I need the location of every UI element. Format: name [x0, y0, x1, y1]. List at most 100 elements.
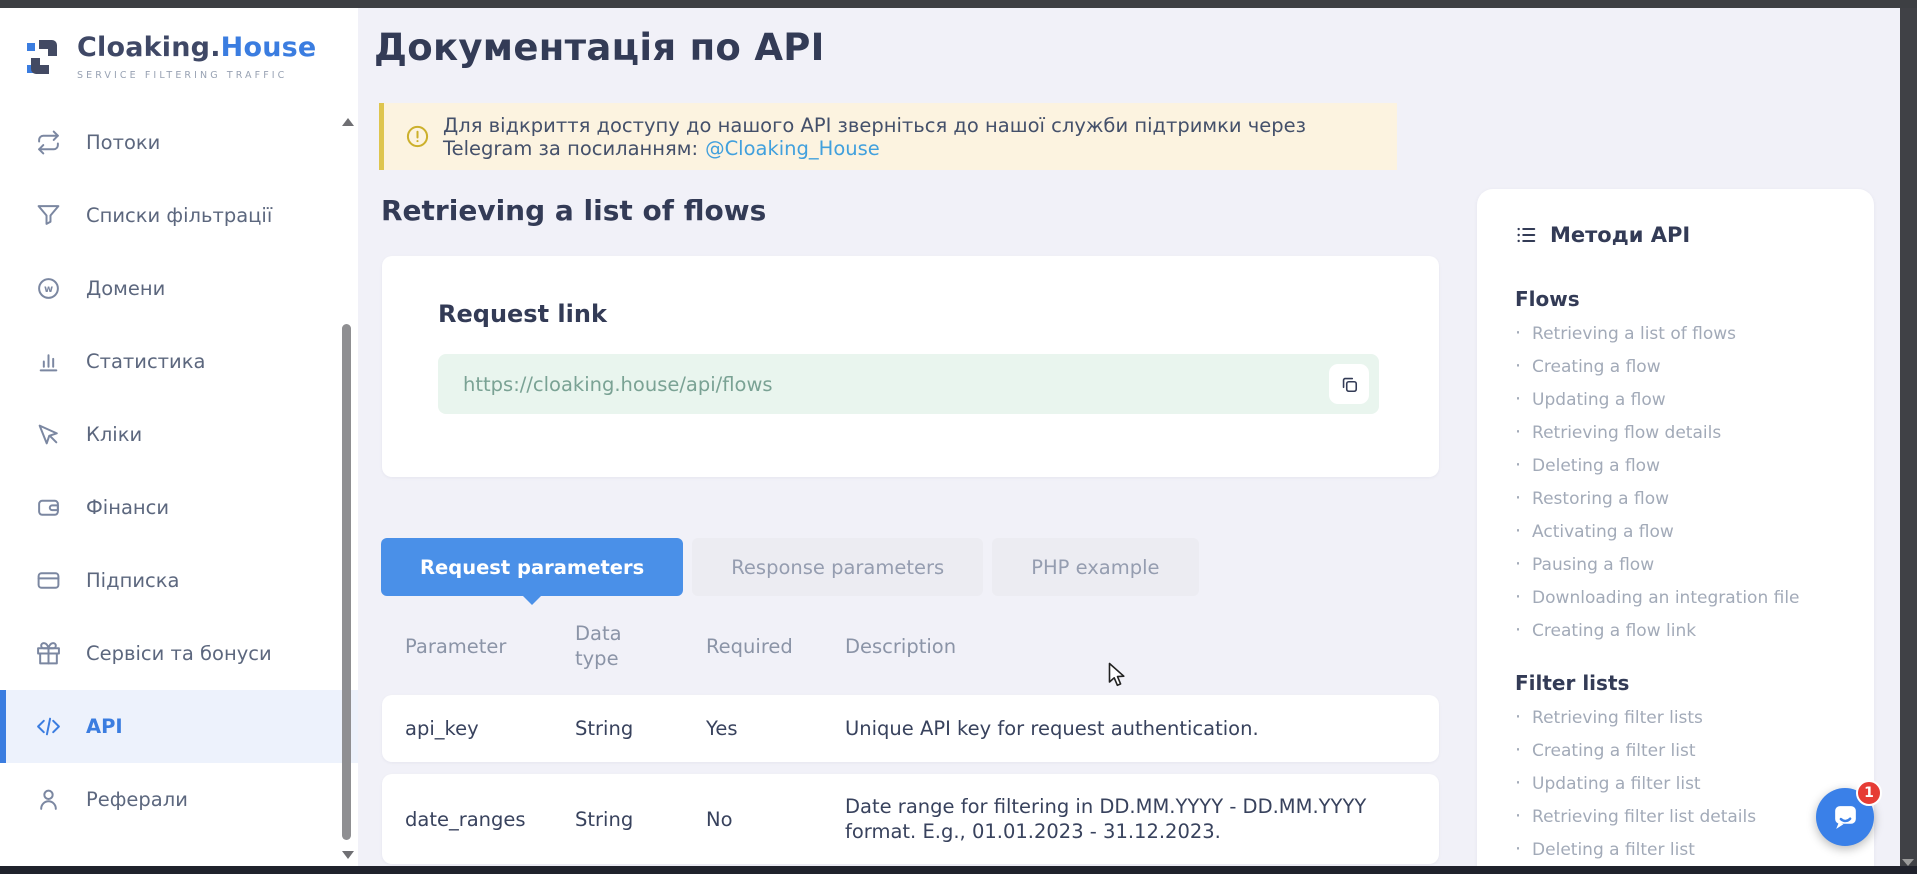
method-link[interactable]: · Retrieving flow details [1515, 416, 1856, 449]
method-link[interactable]: ·Creating a flow [1515, 350, 1856, 383]
method-link-label: Downloading an integration file [1532, 582, 1799, 614]
required-cell: No [706, 808, 845, 831]
method-link-label: Retrieving filter list details [1532, 801, 1756, 833]
bullet: · [1515, 416, 1521, 448]
tab-request-parameters[interactable]: Request parameters [381, 538, 683, 596]
method-link-label: Deleting a flow [1532, 450, 1660, 482]
method-link-label: Creating a flow link [1532, 615, 1696, 647]
notice-text: Для відкриття доступу до нашого API звер… [443, 114, 1377, 160]
request-link-title: Request link [438, 300, 1379, 328]
method-link[interactable]: · Restoring a flow [1515, 482, 1856, 515]
clicks-icon [36, 422, 61, 447]
sidebar-item-statistics[interactable]: Статистика [0, 325, 358, 398]
bullet: · [1515, 350, 1521, 382]
logo-mark-icon [24, 34, 64, 80]
sidebar-item-filter-lists[interactable]: Списки фільтрації [0, 179, 358, 252]
page-scrollbar[interactable] [1900, 8, 1917, 874]
request-url-box: https://cloaking.house/api/flows [438, 354, 1379, 414]
logo-title: Cloaking.House [77, 32, 316, 63]
finances-icon [36, 495, 61, 520]
methods-sections: Flows·Retrieving a list of flows·Creatin… [1515, 287, 1856, 874]
request-link-card: Request link https://cloaking.house/api/… [382, 256, 1439, 477]
copy-url-button[interactable] [1329, 364, 1369, 404]
bullet: · [1515, 800, 1521, 832]
telegram-link[interactable]: @Cloaking_House [705, 137, 880, 160]
api-methods-panel: Методи API Flows ·Retrieving a list of fl… [1477, 189, 1874, 874]
method-link[interactable]: ·Deleting a flow [1515, 449, 1856, 482]
parameter-cell: date_ranges [405, 808, 575, 831]
methods-panel-title: Методи API [1515, 223, 1856, 247]
parameters-table: ParameterData typeRequiredDescription ap… [382, 597, 1439, 874]
sidebar-item-referrals[interactable]: Реферали [0, 763, 358, 836]
method-link-label: Retrieving flow details [1532, 417, 1721, 449]
method-link-label: Activating a flow [1532, 516, 1674, 548]
sidebar-nav: Потоки Списки фільтрації w Домени Статист… [0, 106, 358, 836]
sidebar-item-label: API [86, 715, 123, 738]
chat-bubble-icon [1830, 802, 1861, 833]
referrals-icon [36, 787, 61, 812]
api-access-notice: Для відкриття доступу до нашого API звер… [379, 103, 1397, 170]
logo[interactable]: Cloaking.House SERVICE FILTERING TRAFFIC [0, 8, 358, 82]
table-row: date_rangesStringNoDate range for filter… [382, 774, 1439, 864]
sidebar-item-subscription[interactable]: Підписка [0, 544, 358, 617]
method-link[interactable]: · Updating a flow [1515, 383, 1856, 416]
method-link[interactable]: ·Creating a filter list [1515, 734, 1856, 767]
chat-unread-badge: 1 [1856, 780, 1882, 806]
method-link[interactable]: ·Pausing a flow [1515, 548, 1856, 581]
support-chat-button[interactable]: 1 [1816, 788, 1874, 846]
method-link-label: Restoring a flow [1532, 483, 1669, 515]
column-header: Data type [575, 621, 639, 672]
sidebar-item-label: Домени [86, 277, 165, 300]
bullet: · [1515, 701, 1521, 733]
method-link-label: Updating a flow [1532, 384, 1666, 416]
table-row: api_keyStringYesUnique API key for reque… [382, 695, 1439, 762]
bullet: · [1515, 833, 1521, 865]
methods-section-heading: Flows [1515, 287, 1856, 311]
tab-response-parameters[interactable]: Response parameters [692, 538, 983, 596]
bullet: · [1515, 383, 1521, 415]
sidebar-item-api[interactable]: API [0, 690, 358, 763]
warning-icon [406, 125, 429, 148]
sidebar-item-label: Підписка [86, 569, 179, 592]
sidebar-item-finances[interactable]: Фінанси [0, 471, 358, 544]
data-type-cell: String [575, 808, 706, 831]
table-header-row: ParameterData typeRequiredDescription [382, 597, 1439, 695]
list-icon [1515, 224, 1537, 246]
method-link[interactable]: ·Retrieving filter lists [1515, 701, 1856, 734]
method-link[interactable]: · Retrieving filter list details [1515, 800, 1856, 833]
content-scrollbar-thumb[interactable] [342, 324, 351, 840]
bullet: · [1515, 482, 1521, 514]
sidebar-item-domains[interactable]: w Домени [0, 252, 358, 325]
sidebar-item-clicks[interactable]: Кліки [0, 398, 358, 471]
page-scroll-down-arrow-icon [1902, 859, 1914, 866]
sidebar: Cloaking.House SERVICE FILTERING TRAFFIC… [0, 8, 358, 866]
description-cell: Date range for filtering in DD.MM.YYYY -… [845, 774, 1439, 864]
bullet: · [1515, 317, 1521, 349]
methods-section-heading: Filter lists [1515, 671, 1856, 695]
bullet: · [1515, 767, 1521, 799]
scroll-up-arrow-icon[interactable] [342, 118, 354, 126]
tab-php-example[interactable]: PHP example [992, 538, 1198, 596]
parameter-cell: api_key [405, 717, 575, 740]
services-icon [36, 641, 61, 666]
method-link[interactable]: ·Downloading an integration file [1515, 581, 1856, 614]
column-header: Required [706, 635, 845, 658]
sidebar-item-flows[interactable]: Потоки [0, 106, 358, 179]
sidebar-item-label: Статистика [86, 350, 205, 373]
window-bottom-edge [0, 866, 1917, 874]
method-link-label: Updating a filter list [1532, 768, 1701, 800]
svg-text:w: w [44, 284, 53, 295]
data-type-cell: String [575, 717, 706, 740]
method-link[interactable]: ·Creating a flow link [1515, 614, 1856, 647]
method-link[interactable]: · Updating a filter list [1515, 767, 1856, 800]
domains-icon: w [36, 276, 61, 301]
sidebar-item-label: Списки фільтрації [86, 204, 272, 227]
sidebar-item-services[interactable]: Сервіси та бонуси [0, 617, 358, 690]
scroll-down-arrow-icon[interactable] [342, 851, 354, 859]
method-link[interactable]: ·Deleting a filter list [1515, 833, 1856, 866]
description-cell: Unique API key for request authenticatio… [845, 696, 1439, 761]
bullet: · [1515, 734, 1521, 766]
method-link[interactable]: ·Activating a flow [1515, 515, 1856, 548]
sidebar-item-label: Потоки [86, 131, 160, 154]
method-link[interactable]: ·Retrieving a list of flows [1515, 317, 1856, 350]
